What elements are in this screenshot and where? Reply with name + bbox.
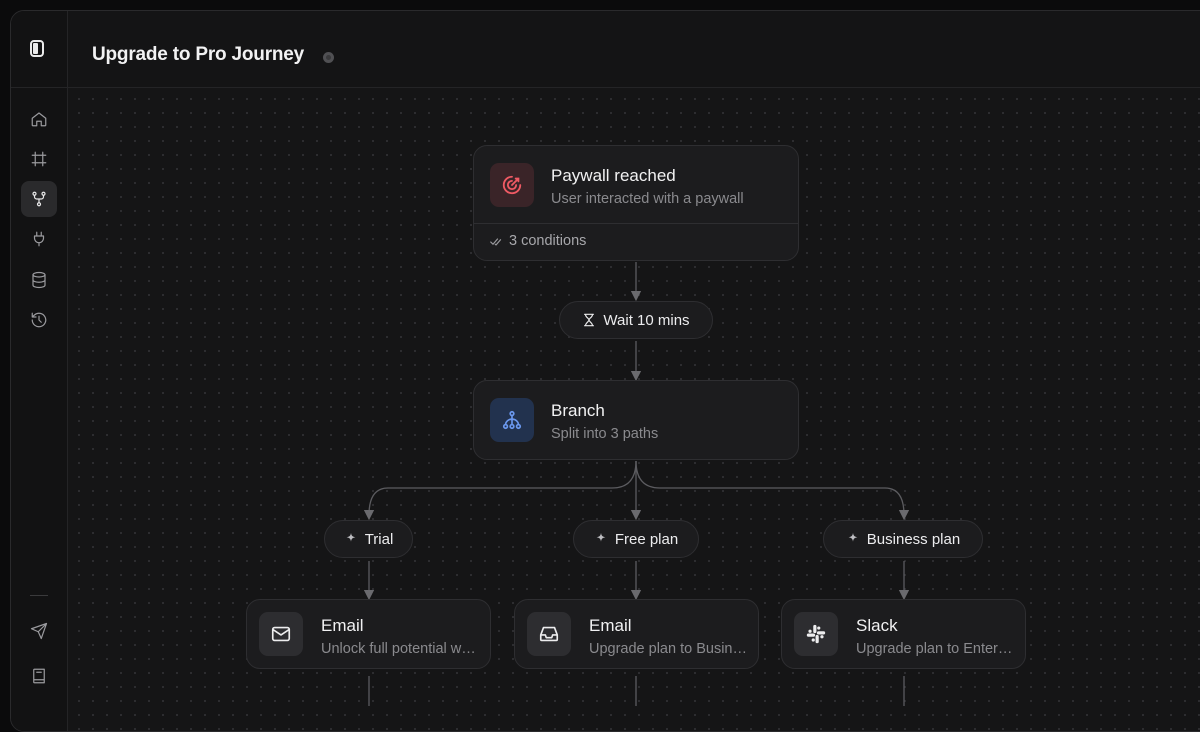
branch-subtitle: Split into 3 paths (551, 426, 659, 442)
trigger-subtitle: User interacted with a paywall (551, 191, 744, 207)
send-icon (30, 622, 48, 640)
nav-docs[interactable] (21, 658, 57, 694)
nav-home[interactable] (21, 101, 57, 137)
email-node-trial[interactable]: Email Unlock full potential with Pro (246, 599, 491, 669)
email-icon-tile (259, 612, 303, 656)
node-subtitle: Unlock full potential with Pro (321, 641, 477, 657)
nav-journeys[interactable] (21, 181, 57, 217)
trigger-conditions[interactable]: 3 conditions (474, 223, 798, 260)
path-label-text: Trial (364, 530, 394, 548)
node-title: Email (589, 616, 632, 635)
app-logo[interactable] (30, 40, 44, 57)
sparkle-icon (848, 532, 858, 542)
nav-integrations[interactable] (21, 221, 57, 257)
branch-node[interactable]: Branch Split into 3 paths (473, 380, 799, 460)
target-click-icon (502, 175, 522, 195)
inbox-icon (539, 626, 559, 642)
hourglass-icon (584, 313, 595, 327)
branch-icon-tile (490, 398, 534, 442)
path-label-free-plan[interactable]: Free plan (573, 520, 699, 558)
conditions-label: 3 conditions (509, 233, 587, 249)
path-label-text: Free plan (614, 530, 679, 548)
node-title: Slack (856, 616, 898, 635)
trigger-title: Paywall reached (551, 166, 676, 185)
slack-icon (806, 624, 826, 644)
page-title: Upgrade to Pro Journey (92, 44, 305, 65)
path-label-trial[interactable]: Trial (324, 520, 413, 558)
inbox-icon-tile (527, 612, 571, 656)
sparkle-icon (346, 532, 356, 542)
nav-send[interactable] (21, 613, 57, 649)
plug-icon (33, 231, 45, 247)
path-label-text: Business plan (866, 530, 961, 548)
database-icon (32, 271, 46, 289)
frame-icon (31, 151, 47, 167)
home-icon (31, 112, 47, 127)
split-icon (502, 410, 522, 430)
slack-icon-tile (794, 612, 838, 656)
trigger-node[interactable]: Paywall reached User interacted with a p… (473, 145, 799, 261)
slack-node-business-plan[interactable]: Slack Upgrade plan to Enterprise (781, 599, 1026, 669)
history-icon (31, 312, 47, 328)
node-subtitle: Upgrade plan to Enterprise (856, 641, 1014, 657)
wait-node[interactable]: Wait 10 mins (559, 301, 713, 339)
email-node-free-plan[interactable]: Email Upgrade plan to Business (514, 599, 759, 669)
path-label-business-plan[interactable]: Business plan (823, 520, 983, 558)
sparkle-icon (596, 532, 606, 542)
wait-label: Wait 10 mins (603, 311, 690, 329)
node-subtitle: Upgrade plan to Business (589, 641, 747, 657)
git-branch-icon (32, 191, 46, 207)
mail-icon (271, 626, 291, 642)
sidebar-divider (11, 87, 67, 88)
trigger-icon-tile (490, 163, 534, 207)
page-header: Upgrade to Pro Journey (68, 11, 1200, 88)
status-indicator (323, 52, 334, 63)
check-check-icon (490, 238, 502, 246)
sidebar-bottom-divider (30, 595, 48, 596)
nav-data[interactable] (21, 262, 57, 298)
node-title: Email (321, 616, 364, 635)
book-icon (33, 668, 45, 684)
branch-title: Branch (551, 401, 605, 420)
nav-history[interactable] (21, 302, 57, 338)
nav-frames[interactable] (21, 141, 57, 177)
sidebar (11, 11, 68, 731)
